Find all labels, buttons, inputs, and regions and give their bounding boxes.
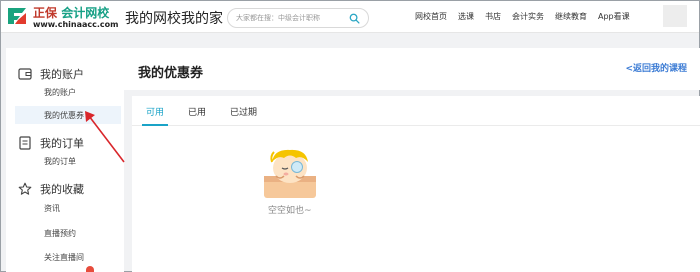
tab-expired[interactable]: 已过期 <box>230 105 257 118</box>
nav-continuing-edu[interactable]: 继续教育 <box>555 11 587 22</box>
nav-accounting[interactable]: 会计实务 <box>512 11 544 22</box>
sidebar-item-my-orders[interactable]: 我的订单 <box>44 156 76 167</box>
sidebar-group-orders-label: 我的订单 <box>40 137 84 150</box>
wallet-icon <box>18 68 32 80</box>
coupon-content: 可用 已用 已过期 <box>132 96 700 272</box>
site-logo[interactable]: 正保 会计网校 www.chinaacc.com <box>5 3 119 31</box>
logo-text-prefix: 正保 <box>33 6 58 20</box>
main-header: 我的优惠券 <返回我的课程 <box>124 48 700 90</box>
order-list-icon <box>19 136 31 150</box>
sidebar-group-orders[interactable]: 我的订单 <box>18 135 84 151</box>
page-title: 我的优惠券 <box>138 66 204 81</box>
logo-text: 正保 会计网校 <box>33 4 109 21</box>
nav-app[interactable]: App看课 <box>598 11 630 22</box>
tab-available[interactable]: 可用 <box>146 105 164 118</box>
active-tab-indicator <box>142 124 168 126</box>
search-icon[interactable] <box>349 13 360 24</box>
sidebar-item-live-booking[interactable]: 直播预约 <box>44 228 76 239</box>
logo-text-suffix: 会计网校 <box>61 6 110 20</box>
sidebar-group-account-label: 我的账户 <box>40 68 84 81</box>
logo-url: www.chinaacc.com <box>33 20 119 29</box>
sidebar-item-my-account[interactable]: 我的账户 <box>44 87 76 98</box>
sidebar-group-favorites[interactable]: 我的收藏 <box>18 181 84 197</box>
top-nav: 网校首页 选课 书店 会计实务 继续教育 App看课 <box>415 11 641 22</box>
coupon-tabs: 可用 已用 已过期 <box>132 96 700 126</box>
site-title: 我的网校我的家 <box>125 11 223 27</box>
nav-bookstore[interactable]: 书店 <box>485 11 501 22</box>
back-to-courses-link[interactable]: <返回我的课程 <box>625 61 687 74</box>
nav-courses[interactable]: 选课 <box>458 11 474 22</box>
empty-state-text: 空空如也~ <box>268 206 312 216</box>
sidebar-item-my-coupons[interactable]: 我的优惠券 <box>44 110 84 121</box>
user-avatar[interactable] <box>663 5 687 27</box>
tab-used[interactable]: 已用 <box>188 105 206 118</box>
sidebar-group-favorites-label: 我的收藏 <box>40 183 84 196</box>
annotation-arrow-icon <box>85 111 125 163</box>
sidebar-item-followed-live-rooms[interactable]: 关注直播间 <box>44 252 84 263</box>
sidebar-group-account[interactable]: 我的账户 <box>18 66 84 82</box>
nav-home[interactable]: 网校首页 <box>415 11 447 22</box>
star-icon <box>18 182 32 195</box>
empty-state-illustration <box>264 149 316 198</box>
sidebar-item-news[interactable]: 资讯 <box>44 203 60 214</box>
main-panel: 我的优惠券 <返回我的课程 可用 已用 已过期 <box>124 48 700 272</box>
search-box <box>227 8 369 28</box>
top-header: 正保 会计网校 www.chinaacc.com 我的网校我的家 网校首页 选课… <box>1 1 699 33</box>
notification-badge <box>86 266 94 272</box>
logo-mark-icon <box>8 8 26 24</box>
search-input[interactable] <box>236 11 346 25</box>
